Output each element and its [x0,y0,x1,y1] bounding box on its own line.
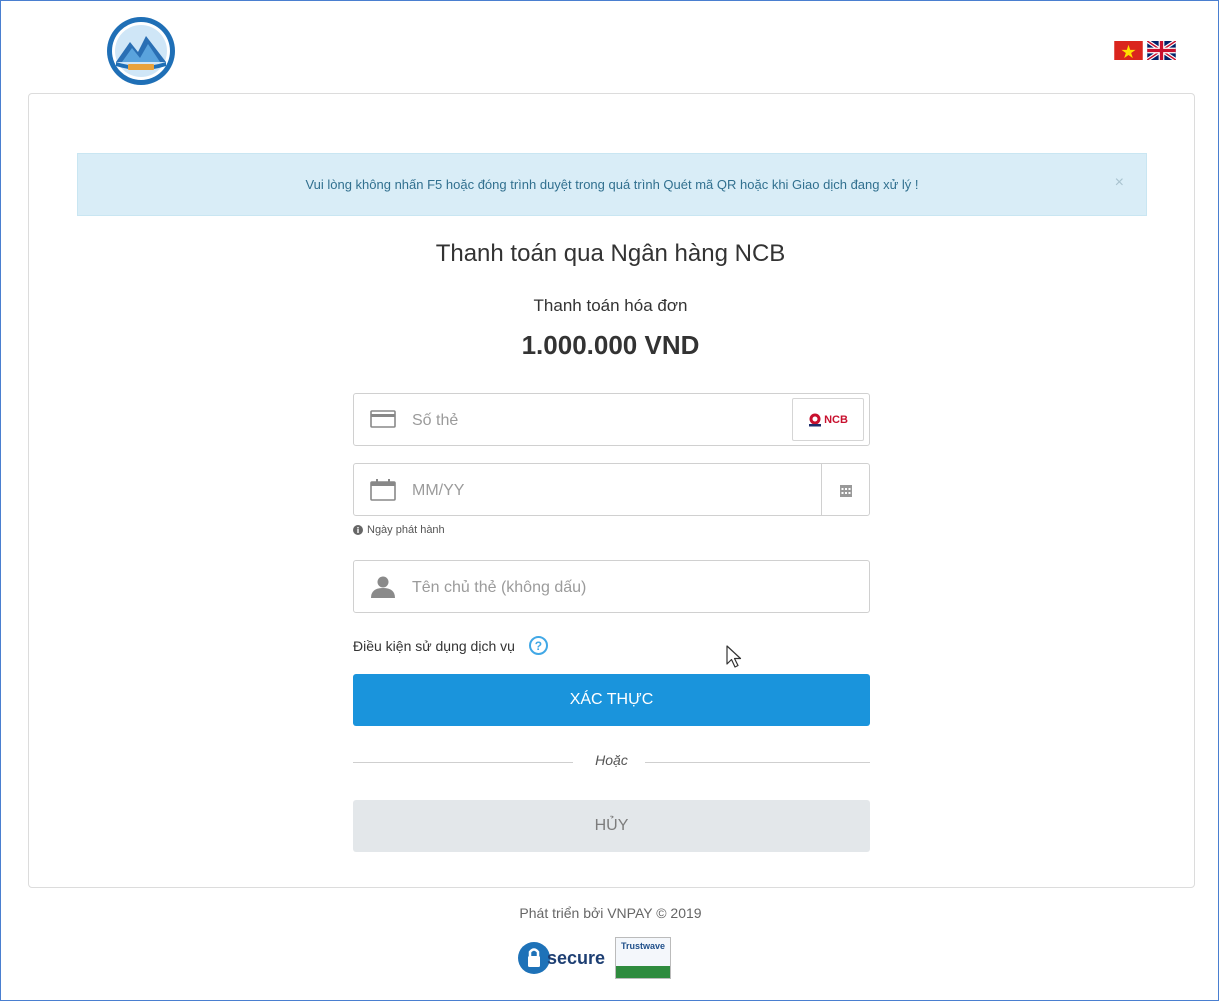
alert-message: Vui lòng không nhấn F5 hoặc đóng trình d… [305,177,919,192]
cancel-button[interactable]: HỦY [353,800,870,852]
payment-amount: 1.000.000 VND [521,330,700,360]
question-help-icon[interactable]: ? [528,636,548,655]
alert-close-button[interactable]: × [1115,174,1124,192]
issue-date-hint: Ngày phát hành [353,524,445,536]
ncb-bank-logo: NCB [792,398,864,441]
vietnam-flag-icon[interactable] [1114,41,1143,60]
issue-date-input[interactable] [410,464,804,517]
calendar-picker-button[interactable] [821,464,869,515]
calendar-icon [839,484,852,497]
language-switcher [1114,41,1176,60]
issue-date-hint-text: Ngày phát hành [367,524,445,536]
terms-link[interactable]: Điều kiện sử dụng dịch vụ [353,638,515,654]
terms-row: Điều kiện sử dụng dịch vụ ? [353,636,548,655]
trustwave-seal-bar [616,966,671,978]
trustwave-badge-text: Trustwave [621,941,666,951]
warning-alert: Vui lòng không nhấn F5 hoặc đóng trình d… [77,153,1147,216]
security-badges: secure Trustwave [517,937,672,979]
confirm-button[interactable]: XÁC THỰC [353,674,870,726]
ncb-logo-icon [809,413,822,426]
trustwave-trusted-commerce-seal-icon[interactable]: Trustwave [615,937,672,979]
globalsign-secure-seal-icon[interactable]: secure [517,941,605,975]
mouse-pointer-icon [726,645,742,668]
card-number-input[interactable] [410,394,784,447]
user-icon [370,576,396,603]
or-label: Hoặc [595,752,628,768]
or-divider: Hoặc [353,752,870,772]
card-number-field: NCB [353,393,870,447]
payment-subtitle: Thanh toán hóa đơn [533,296,688,315]
issue-date-field [353,463,870,517]
page-title: Thanh toán qua Ngân hàng NCB [435,240,786,267]
uk-flag-icon[interactable] [1147,41,1176,60]
card-holder-input[interactable] [410,561,854,614]
city-emblem-logo [106,16,176,86]
ncb-logo-text: NCB [824,413,848,426]
info-icon [353,525,363,535]
secure-badge-text: secure [547,947,606,968]
footer-credit: Phát triển bởi VNPAY © 2019 [519,905,702,921]
credit-card-icon [370,409,396,434]
card-holder-field [353,560,870,614]
calendar-outline-icon [370,479,396,506]
